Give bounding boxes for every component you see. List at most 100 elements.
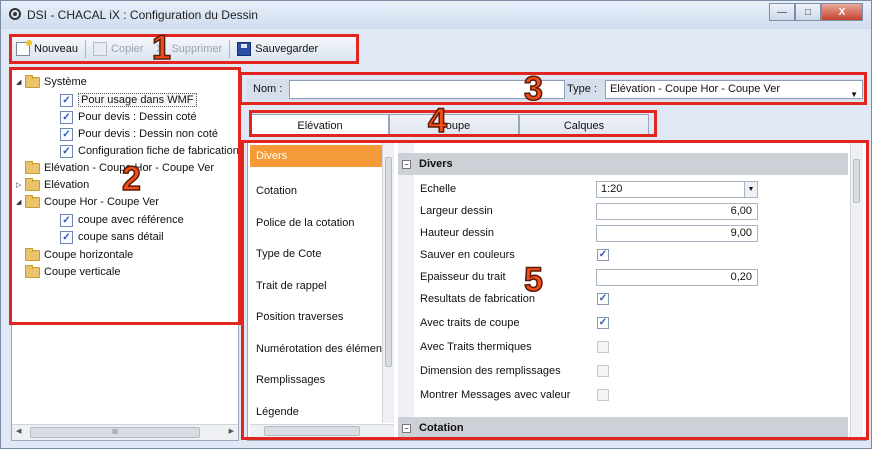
collapse-icon[interactable]: − [402, 423, 411, 433]
collapse-icon[interactable]: − [402, 159, 411, 169]
category-position-traverses[interactable]: Position traverses [250, 306, 382, 328]
messages-valeur-checkbox[interactable] [597, 389, 609, 401]
new-document-icon [16, 40, 32, 56]
tree-node-coupe-horizontale[interactable]: Coupe horizontale [25, 247, 133, 263]
expand-arrow-icon[interactable]: ▷ [16, 181, 25, 189]
tab-bar: Elévation Coupe Calques [251, 114, 649, 137]
tree-node-elevation[interactable]: ▷ Elévation [16, 177, 89, 193]
tree-node-label: Elévation [44, 179, 90, 191]
dimension-remplissages-checkbox[interactable] [597, 365, 609, 377]
tree-node-elevation-coupes[interactable]: Elévation - Coupe Hor - Coupe Ver [25, 160, 214, 176]
close-button[interactable]: X [821, 3, 863, 21]
name-label: Nom : [253, 83, 283, 95]
collapse-arrow-icon[interactable]: ◢ [16, 78, 25, 86]
minimize-button[interactable]: — [769, 3, 795, 21]
window-controls: — □ X [769, 3, 863, 21]
dropdown-arrow-icon: ▼ [850, 90, 858, 99]
tree-node-coupe-verticale[interactable]: Coupe verticale [25, 264, 120, 280]
tree-node-fiche-fabrication[interactable]: ✓ Configuration fiche de fabrication [60, 143, 239, 159]
save-button[interactable]: Sauvegarder [232, 38, 323, 60]
folder-icon [25, 194, 40, 208]
maximize-button[interactable]: □ [795, 3, 821, 21]
tree-node-label: Coupe verticale [44, 266, 121, 278]
toolbar-separator [229, 40, 231, 58]
category-type-cote[interactable]: Type de Cote [250, 243, 382, 265]
folder-icon [25, 74, 40, 88]
scrollbar-thumb[interactable] [264, 426, 360, 436]
save-button-label: Sauvegarder [255, 43, 319, 55]
dropdown-arrow-icon: ▼ [744, 182, 757, 197]
tab-calques[interactable]: Calques [519, 114, 649, 136]
scrollbar-thumb[interactable] [385, 157, 392, 367]
annotation-number-2: 2 [121, 160, 141, 198]
window-title: DSI - CHACAL iX : Configuration du Dessi… [27, 8, 258, 22]
tree-node-label: coupe avec référence [78, 214, 184, 226]
scrollbar-thumb[interactable]: III [30, 427, 200, 438]
toolbar: Nouveau Copier ✕ Supprimer Sauvegarder [11, 36, 357, 62]
section-cotation[interactable]: − Cotation [398, 417, 848, 439]
property-name: Avec Traits thermiques [420, 341, 532, 353]
hauteur-input[interactable]: 9,00 [596, 225, 758, 242]
collapse-arrow-icon[interactable]: ◢ [16, 198, 25, 206]
property-epaisseur: Epaisseur du trait 0,20 [420, 267, 848, 289]
tree-node-label: Coupe Hor - Coupe Ver [44, 196, 159, 208]
tree-node-coupe-sans-detail[interactable]: ✓ coupe sans détail [60, 229, 164, 245]
config-checkbox-icon: ✓ [60, 93, 73, 107]
copy-button[interactable]: Copier [88, 38, 148, 60]
annotation-number-4: 4 [427, 102, 447, 140]
folder-icon [25, 264, 40, 278]
category-numerotation[interactable]: Numérotation des éléments [250, 338, 382, 360]
config-checkbox-icon: ✓ [60, 127, 73, 141]
tab-coupe[interactable]: Coupe [389, 114, 519, 136]
tree-node-devis-non-cote[interactable]: ✓ Pour devis : Dessin non coté [60, 126, 218, 142]
property-name: Dimension des remplissages [420, 365, 561, 377]
category-police-cotation[interactable]: Police de la cotation [250, 212, 382, 234]
property-traits-coupe: Avec traits de coupe ✓ [420, 313, 848, 335]
property-grid-gutter [398, 143, 414, 439]
config-checkbox-icon: ✓ [60, 230, 73, 244]
config-checkbox-icon: ✓ [60, 213, 73, 227]
section-divers[interactable]: − Divers [398, 153, 848, 175]
save-disk-icon [237, 42, 252, 56]
new-button[interactable]: Nouveau [11, 38, 83, 60]
scroll-left-icon[interactable]: ◀ [16, 427, 21, 435]
app-logo-icon [9, 8, 21, 20]
resultats-fabrication-checkbox[interactable]: ✓ [597, 293, 609, 305]
annotation-number-5: 5 [523, 261, 543, 299]
category-cotation[interactable]: Cotation [250, 180, 382, 202]
tree-node-coupe-reference[interactable]: ✓ coupe avec référence [60, 212, 184, 228]
property-vertical-scrollbar[interactable] [850, 143, 863, 437]
property-name: Sauver en couleurs [420, 249, 515, 261]
section-title: Cotation [419, 422, 464, 434]
config-checkbox-icon: ✓ [60, 110, 73, 124]
scroll-right-icon[interactable]: ▶ [229, 427, 234, 435]
tree-node-systeme[interactable]: ◢ Système [16, 74, 87, 90]
type-select[interactable]: Elévation - Coupe Hor - Coupe Ver ▼ [605, 80, 863, 99]
category-legende[interactable]: Légende [250, 401, 382, 423]
sauver-couleurs-checkbox[interactable]: ✓ [597, 249, 609, 261]
epaisseur-input[interactable]: 0,20 [596, 269, 758, 286]
tab-elevation[interactable]: Elévation [251, 114, 389, 137]
category-vertical-scrollbar[interactable] [382, 143, 394, 423]
largeur-input[interactable]: 6,00 [596, 203, 758, 220]
folder-icon [25, 160, 40, 174]
property-sauver-couleurs: Sauver en couleurs ✓ [420, 245, 848, 267]
traits-thermiques-checkbox[interactable] [597, 341, 609, 353]
scrollbar-thumb[interactable] [853, 159, 860, 203]
title-bar: DSI - CHACAL iX : Configuration du Dessi… [1, 1, 871, 29]
folder-icon [25, 177, 40, 191]
tree-node-label: Configuration fiche de fabrication [78, 145, 239, 157]
traits-coupe-checkbox[interactable]: ✓ [597, 317, 609, 329]
category-horizontal-scrollbar[interactable] [250, 424, 394, 437]
category-divers[interactable]: Divers [250, 145, 382, 167]
new-button-label: Nouveau [34, 43, 79, 55]
configuration-tree: ◢ Système ✓ Pour usage dans WMF ✓ Pour d… [11, 69, 239, 441]
type-select-value: Elévation - Coupe Hor - Coupe Ver [610, 83, 780, 95]
property-name: Hauteur dessin [420, 227, 494, 239]
tree-node-devis-cote[interactable]: ✓ Pour devis : Dessin coté [60, 109, 197, 125]
tree-horizontal-scrollbar[interactable]: ◀ III ▶ [12, 424, 238, 440]
category-trait-rappel[interactable]: Trait de rappel [250, 275, 382, 297]
tree-node-usage-wmf[interactable]: ✓ Pour usage dans WMF [60, 92, 197, 108]
echelle-select[interactable]: 1:20 ▼ [596, 181, 758, 198]
category-remplissages[interactable]: Remplissages [250, 369, 382, 391]
